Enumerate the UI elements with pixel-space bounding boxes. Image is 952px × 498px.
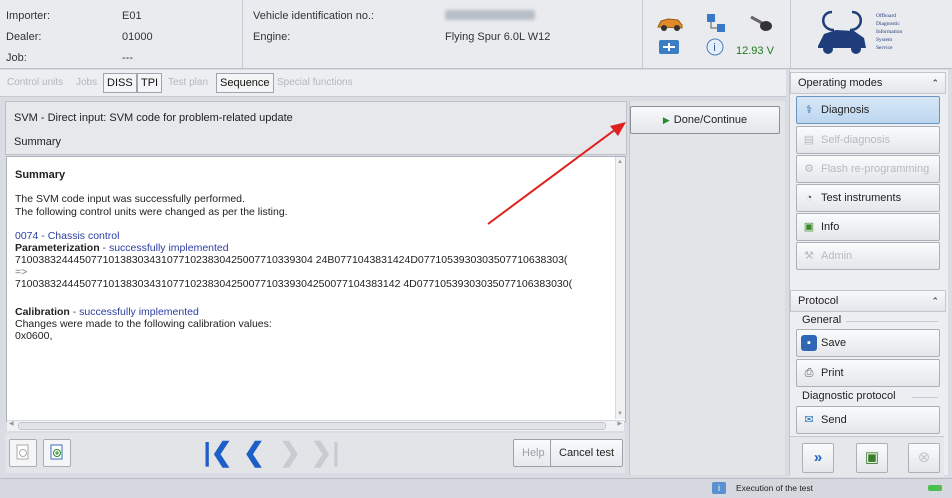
cancel-test-button[interactable]: Cancel test — [550, 439, 624, 467]
print-button[interactable]: ⎙ Print — [796, 359, 940, 387]
importer-label: Importer: — [6, 10, 51, 22]
status-info-icon: i — [712, 482, 726, 494]
voltage-readout: 12.93 V — [736, 45, 774, 57]
vin-value-redacted — [445, 10, 535, 20]
gauge-icon: ◔ — [805, 192, 813, 205]
svg-text:i: i — [713, 41, 716, 54]
engine-value: Flying Spur 6.0L W12 — [445, 31, 551, 43]
send-button[interactable]: ✉ Send — [796, 406, 940, 434]
parameter-code-old: 7100383244450771013830343107710238304250… — [15, 254, 568, 266]
zoom-in-icon[interactable] — [43, 439, 71, 467]
step-title: SVM - Direct input: SVM code for problem… — [14, 112, 293, 124]
change-arrow: => — [15, 266, 28, 278]
status-bar: i Execution of the test — [0, 478, 952, 498]
collapse-icon[interactable]: ⌃ — [931, 73, 939, 93]
tab-special-functions[interactable]: Special functions — [274, 74, 356, 92]
tab-diss[interactable]: DISS — [103, 73, 137, 93]
bottom-toolbar: |❮ ❮ ❯ ❯| Help Cancel test — [5, 433, 625, 473]
car-stethoscope-icon — [818, 10, 866, 54]
help-button[interactable]: Help — [513, 439, 554, 467]
sidebar-bottom-bar: » ▣ ⊗ — [790, 436, 944, 477]
done-continue-button[interactable]: ▶ Done/Continue — [630, 106, 780, 134]
summary-heading: Summary — [15, 169, 66, 181]
first-step-icon[interactable]: |❮ — [203, 437, 233, 467]
close-icon[interactable]: ⊗ — [908, 443, 940, 473]
mode-diagnosis-button[interactable]: ⚕ Diagnosis — [796, 96, 940, 124]
dealer-value: 01000 — [122, 31, 153, 43]
odis-logo: Offboard Diagnostic Information System Servi… — [812, 6, 942, 64]
network-icon — [707, 14, 725, 32]
vin-label: Vehicle identification no.: — [253, 10, 375, 22]
parameter-code-new: 7100383244450771013830343107710238304250… — [15, 278, 573, 290]
flash-icon: ⚙ — [804, 163, 814, 176]
engine-label: Engine: — [253, 31, 291, 43]
mode-test-instruments-button[interactable]: ◔ Test instruments — [796, 184, 940, 212]
next-step-icon[interactable]: ❯ — [275, 437, 305, 467]
save-icon: ▪ — [801, 335, 817, 352]
summary-line-1: The SVM code input was successfully perf… — [15, 193, 245, 205]
importer-value: E01 — [122, 10, 142, 22]
step-subtitle: Summary — [14, 136, 62, 148]
done-continue-label: Done/Continue — [673, 114, 748, 126]
job-label: Job: — [6, 52, 27, 64]
calibration-text: Changes were made to the following calib… — [15, 318, 272, 330]
calibration-value: 0x0600, — [15, 330, 53, 342]
calibration-line: Calibration - successfully implemented — [15, 306, 199, 318]
job-value: --- — [122, 52, 133, 64]
action-column — [629, 101, 785, 475]
mode-flash-button[interactable]: ⚙ Flash re-programming — [796, 155, 940, 183]
tab-bar: Control units Jobs DISS TPI Test plan Se… — [0, 70, 786, 97]
info-icon: i — [706, 38, 724, 56]
battery-connector-icon — [659, 40, 679, 54]
horizontal-scroll-thumb[interactable] — [18, 422, 606, 430]
general-label: General — [802, 314, 842, 326]
probe-icon — [750, 15, 772, 31]
book-icon: ▣ — [803, 221, 815, 234]
summary-line-2: The following control units were changed… — [15, 206, 288, 218]
control-unit-name: 0074 - Chassis control — [15, 230, 120, 242]
save-button[interactable]: ▪ Save — [796, 329, 940, 357]
previous-step-icon[interactable]: ❮ — [239, 437, 269, 467]
protocol-header[interactable]: Protocol ⌃ — [790, 290, 946, 312]
vehicle-header: Importer: E01 Dealer: 01000 Job: --- Veh… — [0, 0, 952, 69]
diagnostic-protocol-label: Diagnostic protocol — [802, 390, 896, 402]
mode-info-button[interactable]: ▣ Info — [796, 213, 940, 241]
send-icon: ✉ — [804, 414, 814, 427]
mode-self-diagnosis-button[interactable]: ▤ Self-diagnosis — [796, 126, 940, 154]
logo-text: Offboard Diagnostic Information System Servi… — [876, 13, 903, 51]
car-icon — [657, 18, 683, 31]
operating-modes-header[interactable]: Operating modes ⌃ — [790, 72, 946, 94]
status-text: Execution of the test — [736, 483, 814, 493]
collapse-icon[interactable]: ⌃ — [931, 291, 939, 311]
self-diagnosis-icon: ▤ — [803, 134, 815, 147]
dealer-label: Dealer: — [6, 31, 42, 43]
last-step-icon[interactable]: ❯| — [310, 437, 340, 467]
tab-jobs[interactable]: Jobs — [73, 74, 100, 92]
zoom-out-icon[interactable] — [9, 439, 37, 467]
screenshot-icon[interactable]: ▣ — [856, 443, 888, 473]
tab-sequence[interactable]: Sequence — [216, 73, 274, 93]
print-icon: ⎙ — [804, 367, 814, 380]
mode-admin-button[interactable]: ⚒ Admin — [796, 242, 940, 270]
annotation-arrow — [487, 122, 626, 225]
tab-tpi[interactable]: TPI — [137, 73, 163, 93]
play-icon: ▶ — [662, 115, 670, 125]
connection-indicator — [928, 485, 942, 491]
fast-forward-icon[interactable]: » — [802, 443, 834, 473]
tab-test-plan[interactable]: Test plan — [165, 74, 211, 92]
tab-control-units[interactable]: Control units — [4, 74, 66, 92]
parameterization-line: Parameterization - successfully implemen… — [15, 242, 229, 254]
stethoscope-icon: ⚕ — [806, 104, 812, 117]
admin-icon: ⚒ — [804, 250, 814, 263]
